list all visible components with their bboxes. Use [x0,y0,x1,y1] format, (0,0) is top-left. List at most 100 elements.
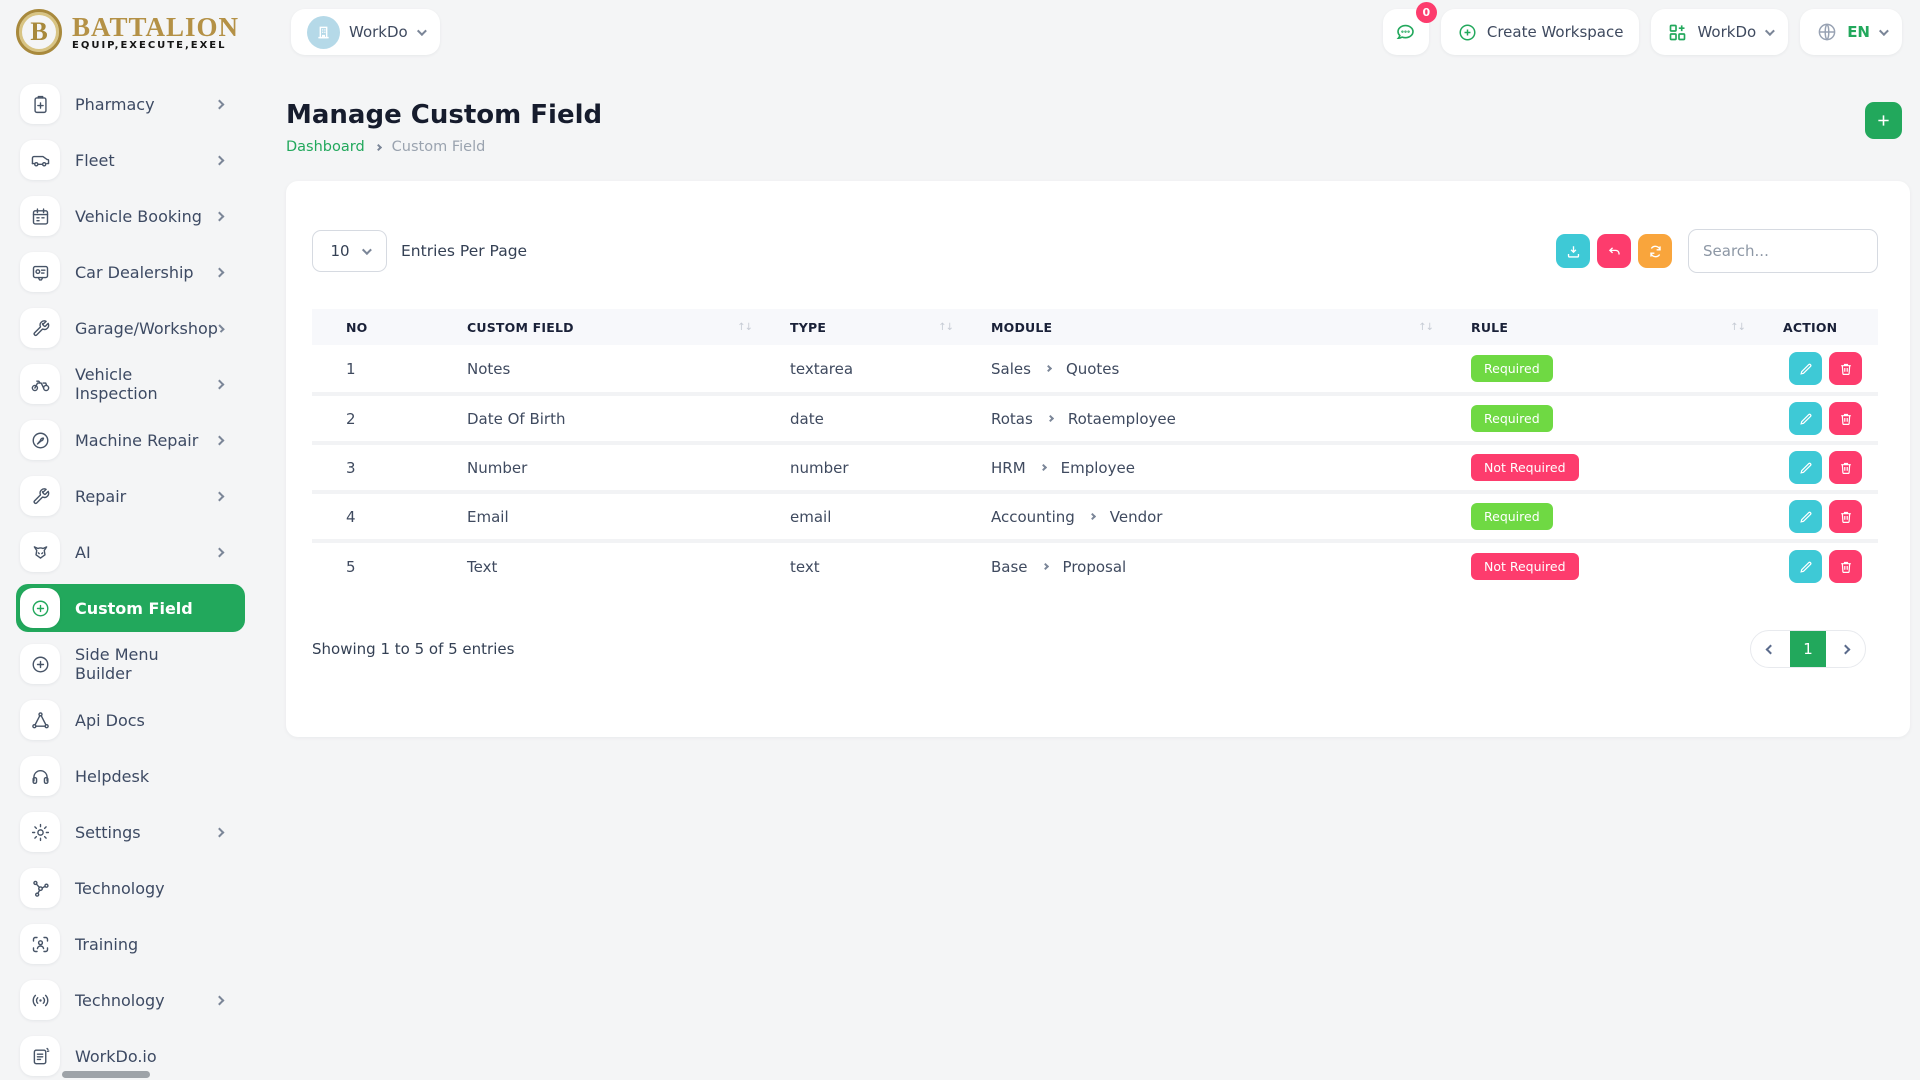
cell-custom-field: Text [433,541,756,590]
language-selector[interactable]: EN [1800,9,1902,55]
trash-icon [1838,361,1854,377]
create-workspace-button[interactable]: Create Workspace [1441,9,1640,55]
column-header-custom-field[interactable]: CUSTOM FIELD↑↓ [433,309,756,345]
chevron-right-icon [215,435,225,445]
refresh-button[interactable] [1638,234,1672,268]
table-row: 5 Text text Base Proposal Not Required [312,541,1878,590]
export-button[interactable] [1556,234,1590,268]
sidebar-item-label: Car Dealership [75,263,216,282]
chevron-down-icon [1765,26,1775,36]
sidebar-item-car-dealership[interactable]: Car Dealership [16,248,245,296]
cell-type: number [756,443,957,492]
main-content: Manage Custom Field Dashboard Custom Fie… [245,64,1920,1080]
column-header-module[interactable]: MODULE ↑↓ [957,309,1437,345]
undo-icon [1606,243,1623,260]
sidebar-item-ai[interactable]: AI [16,528,245,576]
workspace-label: WorkDo [349,23,408,41]
sort-icon[interactable]: ↑↓ [1730,322,1745,333]
cell-rule: Not Required [1437,541,1749,590]
chevron-right-icon [1089,513,1096,520]
pencil-icon [1798,509,1814,525]
messages-button[interactable]: 0 [1383,9,1429,55]
sidebar-item-garage-workshop[interactable]: Garage/Workshop [16,304,245,352]
custom-fields-table: NOCUSTOM FIELD↑↓TYPE↑↓MODULE↑↓RULE↑↓ACTI… [312,309,1878,590]
entries-per-page-select[interactable]: 10 [312,230,387,272]
sidebar-item-vehicle-inspection[interactable]: Vehicle Inspection [16,360,245,408]
chevron-right-icon [1041,563,1048,570]
delete-button[interactable] [1829,352,1862,385]
download-icon [1565,243,1582,260]
sidebar-item-api-docs[interactable]: Api Docs [16,696,245,744]
search-input[interactable] [1688,229,1878,273]
next-page-button[interactable] [1826,631,1865,667]
delete-button[interactable] [1829,451,1862,484]
column-header-action: ACTION [1749,309,1878,345]
column-header-type[interactable]: TYPE↑↓ [756,309,957,345]
table-row: 2 Date Of Birth date Rotas Rotaemployee … [312,394,1878,443]
sidebar-item-settings[interactable]: Settings [16,808,245,856]
chevron-right-icon [215,379,225,389]
edit-button[interactable] [1789,500,1822,533]
nodes-triangle-icon [20,700,60,740]
previous-page-button[interactable] [1751,631,1790,667]
chevron-down-icon [362,245,372,255]
cell-module: Accounting Vendor [957,492,1437,541]
sidebar-item-label: Helpdesk [75,767,216,786]
sort-icon[interactable]: ↑↓ [737,322,752,333]
plus-circle-icon [1457,22,1478,43]
column-label: MODULE [991,320,1052,335]
delete-button[interactable] [1829,500,1862,533]
chevron-right-icon [215,211,225,221]
workspace-switcher[interactable]: WorkDo [291,9,440,55]
cell-module: HRM Employee [957,443,1437,492]
circle-wrench-icon [20,420,60,460]
sidebar-item-label: Training [75,935,216,954]
column-label: RULE [1471,320,1508,335]
current-page-number[interactable]: 1 [1790,631,1826,667]
plus-circle-icon [20,588,60,628]
wrench-icon [20,476,60,516]
delete-button[interactable] [1829,550,1862,583]
sidebar-scrollbar[interactable] [62,1071,150,1078]
delete-button[interactable] [1829,402,1862,435]
sidebar-item-custom-field[interactable]: Custom Field [16,584,245,632]
chat-icon [1394,21,1417,44]
cell-custom-field: Notes [433,345,756,394]
sidebar-item-label: Machine Repair [75,431,216,450]
sidebar-item-repair[interactable]: Repair [16,472,245,520]
cell-module: Sales Quotes [957,345,1437,394]
edit-button[interactable] [1789,451,1822,484]
edit-button[interactable] [1789,550,1822,583]
sidebar-item-fleet[interactable]: Fleet [16,136,245,184]
top-header: B BATTALION EQUIP,EXECUTE,EXEL WorkDo 0 … [0,0,1920,64]
chevron-right-icon [215,547,225,557]
edit-button[interactable] [1789,402,1822,435]
rule-badge: Not Required [1471,553,1579,580]
rule-badge: Required [1471,503,1553,530]
sidebar-item-training[interactable]: Training [16,920,245,968]
add-custom-field-button[interactable] [1865,102,1902,139]
reset-button[interactable] [1597,234,1631,268]
edit-button[interactable] [1789,352,1822,385]
entries-select-value: 10 [330,242,349,260]
cell-type: email [756,492,957,541]
cell-no: 2 [312,394,433,443]
plus-circle-icon [20,644,60,684]
sidebar-item-machine-repair[interactable]: Machine Repair [16,416,245,464]
sidebar-item-pharmacy[interactable]: Pharmacy [16,80,245,128]
sidebar: Pharmacy Fleet Vehicle Booking Car Deale… [0,64,245,1080]
sort-icon[interactable]: ↑↓ [1418,322,1433,333]
sort-icon[interactable]: ↑↓ [938,322,953,333]
cell-no: 4 [312,492,433,541]
apps-menu-button[interactable]: WorkDo [1651,9,1788,55]
sidebar-item-technology[interactable]: Technology [16,864,245,912]
brand-logo[interactable]: B BATTALION EQUIP,EXECUTE,EXEL [16,9,245,55]
sidebar-item-technology-2[interactable]: Technology [16,976,245,1024]
column-header-rule[interactable]: RULE ↑↓ [1437,309,1749,345]
sidebar-item-helpdesk[interactable]: Helpdesk [16,752,245,800]
breadcrumb-dashboard-link[interactable]: Dashboard [286,139,365,155]
sidebar-item-side-menu-builder[interactable]: Side Menu Builder [16,640,245,688]
cell-custom-field: Date Of Birth [433,394,756,443]
sidebar-item-vehicle-booking[interactable]: Vehicle Booking [16,192,245,240]
chevron-right-icon [215,155,225,165]
